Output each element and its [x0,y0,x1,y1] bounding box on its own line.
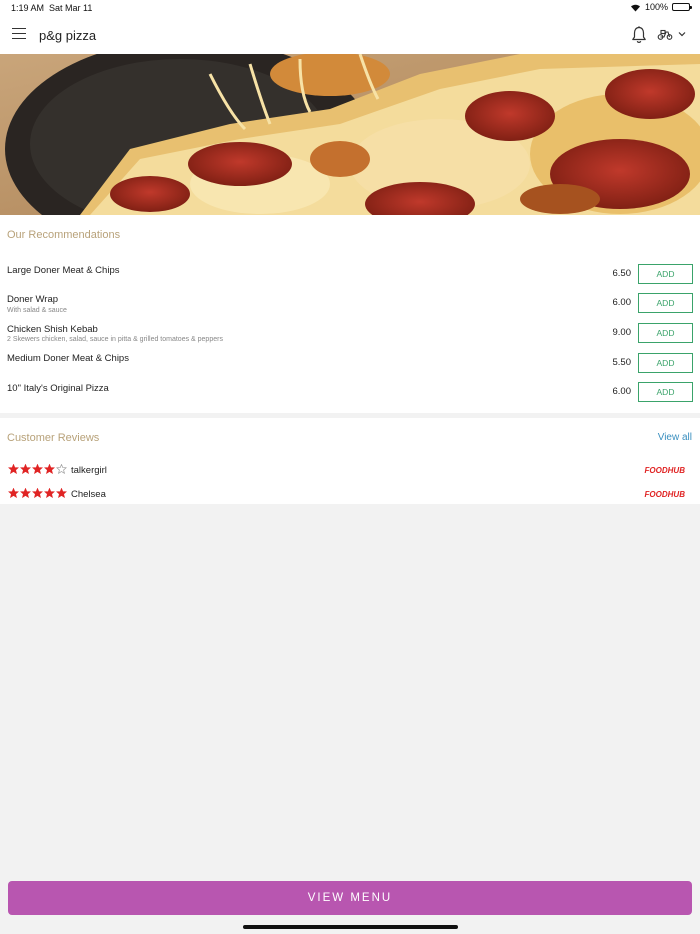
star-rating [8,464,67,474]
menu-item-name: Chicken Shish Kebab [7,324,98,335]
menu-item-description: 2 Skewers chicken, salad, sauce in pitta… [7,336,223,343]
recommendations-section: Our Recommendations Large Doner Meat & C… [0,215,700,413]
star-rating [8,488,67,498]
wifi-icon [630,3,641,12]
reviewer-name: talkergirl [71,465,107,476]
menu-item-name: Medium Doner Meat & Chips [7,353,129,364]
recommendations-title: Our Recommendations [7,229,121,241]
star-filled-icon [20,464,31,474]
menu-item-description: With salad & sauce [7,307,67,314]
add-button[interactable]: ADD [638,293,693,313]
chevron-down-icon [678,32,686,37]
review-source-badge: FOODHUB [644,466,685,475]
review-source-badge: FOODHUB [644,490,685,499]
menu-item-name: Doner Wrap [7,294,59,305]
menu-item-price: 9.00 [612,327,632,338]
star-filled-icon [32,488,43,498]
star-filled-icon [32,464,43,474]
order-type-selector[interactable] [657,28,686,40]
add-button[interactable]: ADD [638,323,693,343]
star-filled-icon [8,464,19,474]
add-button[interactable]: ADD [638,353,693,373]
status-indicators: 100% [630,2,692,12]
star-filled-icon [44,488,55,498]
menu-icon [12,28,26,30]
star-filled-icon [20,488,31,498]
battery-icon [672,3,692,11]
menu-item-price: 5.50 [612,357,632,368]
battery-percent: 100% [644,2,668,12]
star-filled-icon [44,464,55,474]
reviews-section: Customer Reviews View all talkergirl FOO… [0,418,700,504]
status-date: Sat Mar 11 [49,3,93,13]
scooter-icon [657,29,673,40]
menu-item-name: 10" Italy's Original Pizza [7,383,109,394]
status-time: 1:19 AM [11,3,45,13]
menu-item-name: Large Doner Meat & Chips [7,265,120,276]
store-name: p&g pizza [39,28,97,43]
reviewer-name: Chelsea [71,489,106,500]
star-filled-icon [8,488,19,498]
star-empty-icon [56,464,67,474]
view-all-link[interactable]: View all [658,432,692,443]
reviews-title: Customer Reviews [7,432,100,444]
bell-icon [632,26,646,43]
view-menu-button[interactable]: VIEW MENU [8,881,692,915]
app-header: p&g pizza [0,16,700,54]
menu-item-price: 6.50 [612,268,632,279]
menu-item-price: 6.00 [612,386,632,397]
status-bar: 1:19 AM Sat Mar 11 100% [0,0,700,16]
menu-item-price: 6.00 [612,297,632,308]
hero-image [0,54,700,215]
add-button[interactable]: ADD [638,264,693,284]
notifications-button[interactable] [631,26,647,49]
add-button[interactable]: ADD [638,382,693,402]
star-filled-icon [56,488,67,498]
menu-button[interactable] [12,28,26,40]
home-indicator [243,925,458,929]
